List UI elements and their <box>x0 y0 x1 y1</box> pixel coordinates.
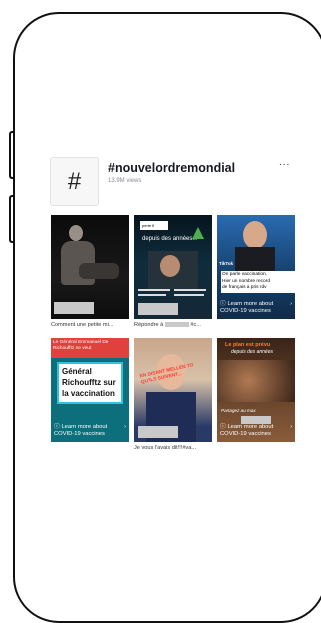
overlay-header: Le Général Emmanuel De Richoufftz ne veu… <box>51 338 129 358</box>
overlay-label: perte fi <box>140 221 168 230</box>
video-tile-3[interactable]: TikTok On parle vaccination. Hier un nom… <box>217 215 295 319</box>
chevron-right-icon: › <box>124 424 126 430</box>
info-icon: ⓘ <box>220 424 226 430</box>
blurred-username <box>138 303 178 315</box>
blurred-mention <box>164 322 189 328</box>
hashtag-title: #nouvelordremondial <box>108 161 236 175</box>
text-line <box>138 289 170 291</box>
info-icon: ⓘ <box>54 424 60 430</box>
person-face <box>243 221 267 249</box>
person-head <box>69 225 83 241</box>
covid-info-banner[interactable]: ⓘ Learn more about COVID-19 vaccines › <box>54 424 126 438</box>
video-tile-4[interactable]: Le Général Emmanuel De Richoufftz ne veu… <box>51 338 129 442</box>
crowd-image <box>217 360 295 402</box>
hashtag-icon: # <box>50 157 99 206</box>
chevron-right-icon: › <box>290 424 292 430</box>
video-caption-5: Je vous l'avais dit!!!#va... <box>134 445 197 451</box>
overlay-text-box: On parle vaccination. Hier un nombre rec… <box>221 271 295 293</box>
video-caption-2: Répondre à #c... <box>134 322 201 328</box>
blurred-username <box>54 302 94 314</box>
hashtag-header: # #nouvelordremondial 13.9M views ... <box>50 157 300 207</box>
more-options-icon[interactable]: ... <box>279 157 290 168</box>
hashtag-views: 13.9M views <box>108 178 142 184</box>
text-line <box>174 294 204 296</box>
video-tile-6[interactable]: Le plan est prévu depuis des années Part… <box>217 338 295 442</box>
video-tile-5[interactable]: EN DISANT MELLEN TO QU'ILS SUIVENT... <box>134 338 212 442</box>
covid-info-banner[interactable]: ⓘ Learn more about COVID-19 vaccines › <box>220 424 292 438</box>
overlay-top-text: Le plan est prévu <box>225 342 271 348</box>
blurred-username <box>138 426 178 438</box>
blurred-overlay <box>241 416 271 424</box>
overlay-title: Général Richoufftz sur la vaccination <box>57 362 123 404</box>
tree-icon <box>192 227 204 239</box>
text-line <box>138 294 166 296</box>
info-icon: ⓘ <box>220 301 226 307</box>
text-line <box>174 289 206 291</box>
brand-label: TikTok <box>219 261 234 266</box>
chevron-right-icon: › <box>290 301 292 307</box>
person-face <box>160 255 180 277</box>
covid-info-banner[interactable]: ⓘ Learn more about COVID-19 vaccines › <box>220 301 292 315</box>
overlay-top-text: depuis des années... <box>142 236 198 242</box>
overlay-subtitle: depuis des années <box>231 349 273 355</box>
overlay-mid-text: Partagez au max <box>221 408 256 413</box>
video-caption-1: Comment une petite mi... <box>51 322 114 328</box>
video-tile-1[interactable] <box>51 215 129 319</box>
video-tile-2[interactable]: perte fi depuis des années... <box>134 215 212 319</box>
chair-arm <box>79 263 119 279</box>
